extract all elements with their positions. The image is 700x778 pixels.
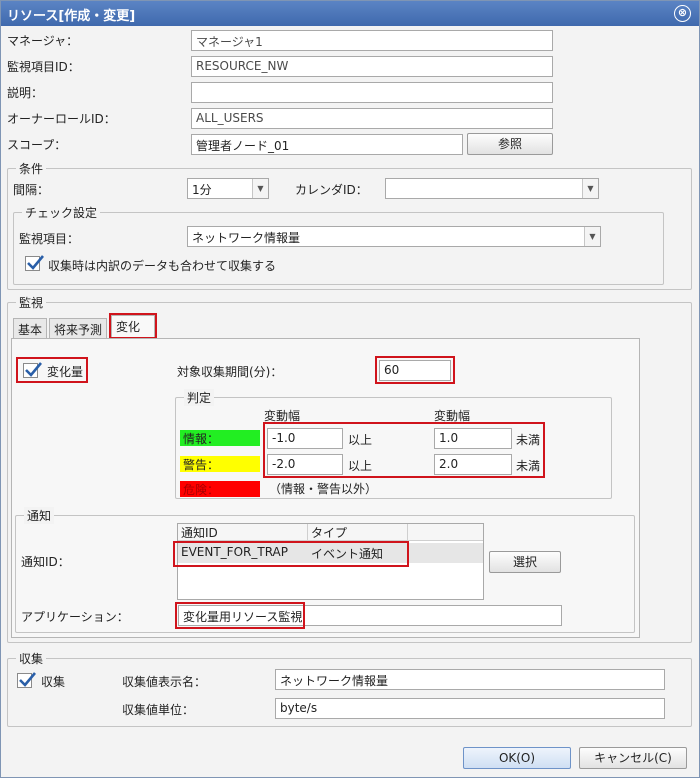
chevron-down-icon: ▼: [584, 227, 600, 246]
cancel-button[interactable]: キャンセル(C): [579, 747, 687, 769]
close-icon[interactable]: ⊗: [674, 5, 691, 22]
chevron-down-icon: ▼: [252, 179, 268, 198]
monitor-item-select[interactable]: ネットワーク情報量 ▼: [187, 226, 601, 247]
check-icon: [27, 255, 44, 270]
interval-value: 1分: [192, 183, 212, 197]
critical-note: （情報・警告以外）: [269, 482, 378, 496]
condition-group-title: 条件: [16, 160, 47, 177]
notify-col-spacer: [408, 524, 483, 541]
notify-id-label: 通知ID：: [21, 555, 70, 569]
monitor-item-label: 監視項目：: [19, 232, 80, 246]
period-label: 対象収集期間(分)：: [177, 365, 283, 379]
display-name-label: 収集値表示名：: [122, 675, 207, 689]
monitor-group-title: 監視: [16, 294, 47, 311]
ok-button[interactable]: OK(O): [463, 747, 571, 769]
tab-forecast[interactable]: 将来予測: [49, 318, 107, 339]
notify-col-id[interactable]: 通知ID: [178, 524, 308, 541]
notify-row-highlight: [173, 541, 409, 567]
monitor-item-value: ネットワーク情報量: [192, 231, 301, 245]
application-label: アプリケーション：: [21, 610, 129, 624]
tab-basic[interactable]: 基本: [13, 318, 47, 339]
application-highlight: [175, 602, 305, 629]
monitor-id-field[interactable]: RESOURCE_NW: [191, 56, 553, 77]
calendar-label: カレンダID：: [295, 183, 368, 197]
monitor-id-label: 監視項目ID：: [7, 60, 80, 74]
select-notify-button[interactable]: 選択: [489, 551, 561, 573]
browse-button[interactable]: 参照: [467, 133, 553, 155]
breakdown-checkbox[interactable]: [25, 255, 44, 271]
info-level-label: 情報：: [180, 430, 260, 446]
collect-label: 収集: [41, 675, 66, 689]
check-icon: [19, 672, 36, 687]
notify-group-title: 通知: [24, 507, 55, 524]
judge-group-title: 判定: [184, 389, 215, 406]
tab-change-highlight: [109, 313, 157, 339]
calendar-select[interactable]: ▼: [385, 178, 599, 199]
check-settings-title: チェック設定: [22, 204, 101, 221]
display-name-input[interactable]: ネットワーク情報量: [275, 669, 665, 690]
interval-select[interactable]: 1分 ▼: [187, 178, 269, 199]
breakdown-label: 収集時は内訳のデータも合わせて収集する: [48, 259, 277, 273]
scope-field[interactable]: 管理者ノード_01: [191, 134, 463, 155]
check-settings-group: チェック設定: [13, 204, 664, 285]
range-highlight: [263, 422, 545, 478]
manager-field[interactable]: マネージャ1: [191, 30, 553, 51]
unit-label: 収集値単位：: [122, 703, 195, 717]
collect-group-title: 収集: [16, 650, 47, 667]
period-highlight: [375, 356, 455, 384]
owner-role-label: オーナーロールID：: [7, 112, 116, 126]
interval-label: 間隔：: [13, 183, 50, 197]
critical-level-label: 危険：: [180, 481, 260, 497]
change-checkbox-highlight: [16, 357, 88, 383]
collect-checkbox[interactable]: [17, 672, 36, 688]
window-title: リソース[作成・変更]: [7, 9, 136, 24]
notify-row-spacer: [408, 543, 483, 563]
chevron-down-icon: ▼: [582, 179, 598, 198]
notify-col-type[interactable]: タイプ: [308, 524, 408, 541]
scope-label: スコープ：: [7, 138, 67, 152]
warning-level-label: 警告：: [180, 456, 260, 472]
unit-input[interactable]: byte/s: [275, 698, 665, 719]
description-label: 説明：: [7, 86, 44, 100]
owner-role-field[interactable]: ALL_USERS: [191, 108, 553, 129]
description-field[interactable]: [191, 82, 553, 103]
dialog-window: リソース[作成・変更] ⊗ マネージャ： マネージャ1 監視項目ID： RESO…: [0, 0, 700, 778]
manager-label: マネージャ：: [7, 34, 79, 48]
title-bar: リソース[作成・変更] ⊗: [1, 1, 699, 26]
